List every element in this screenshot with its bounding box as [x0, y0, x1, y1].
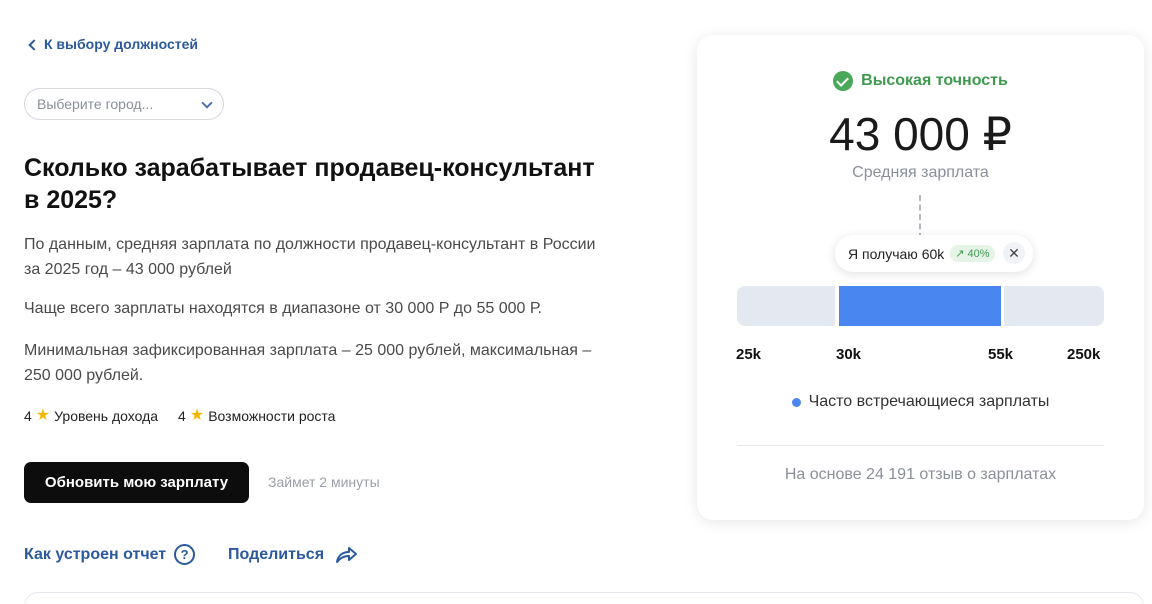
tooltip-text: Я получаю 60k: [848, 245, 945, 262]
my-salary-tooltip: Я получаю 60k ↗ 40% ✕: [835, 235, 1033, 272]
chevron-down-icon: [201, 97, 213, 109]
min-max-paragraph: Минимальная зафиксированная зарплата – 2…: [24, 342, 592, 384]
salary-range-bar: [737, 286, 1104, 326]
rating-score: 4: [24, 408, 32, 424]
rating-score: 4: [178, 408, 186, 424]
tick-label: 25k: [736, 346, 762, 363]
ratings: 4 ★ Уровень дохода 4 ★ Возможности роста: [24, 407, 336, 425]
tick-label: 55k: [988, 346, 1014, 363]
legend-dot-icon: [791, 397, 801, 407]
divider: [737, 445, 1104, 446]
close-icon[interactable]: ✕: [1003, 242, 1025, 264]
accuracy-label: Высокая точность: [861, 72, 1008, 89]
check-circle-icon: [833, 71, 854, 91]
how-report-works-link[interactable]: Как устроен отчет ?: [24, 544, 196, 565]
city-select-placeholder: Выберите город...: [37, 96, 154, 112]
legend-label: Часто встречающиеся зарплаты: [808, 393, 1050, 410]
salary-card: Высокая точность 43 000 ₽ Средняя зарпла…: [697, 35, 1144, 520]
range-segment-low: [737, 286, 835, 326]
growth-badge: ↗ 40%: [950, 245, 995, 262]
accuracy-badge: Высокая точность: [697, 71, 1144, 91]
tick-label: 30k: [836, 346, 862, 363]
chevron-left-icon: [28, 38, 40, 51]
back-to-positions-link[interactable]: К выбору должностей: [28, 36, 199, 52]
share-icon: [336, 547, 358, 563]
tick-label: 250k: [1067, 346, 1101, 363]
summary-paragraph: По данным, средняя зарплата по должности…: [24, 236, 596, 278]
range-segment-high: [1004, 286, 1104, 326]
share-link-label: Поделиться: [228, 546, 325, 563]
rating-income: 4 ★ Уровень дохода: [24, 407, 159, 425]
rating-growth: 4 ★ Возможности роста: [178, 407, 336, 425]
question-icon: ?: [174, 544, 196, 565]
average-marker-line: [919, 195, 921, 239]
average-salary-label: Средняя зарплата: [852, 164, 989, 181]
update-salary-button[interactable]: Обновить мою зарплату: [24, 462, 249, 503]
average-salary-value: 43 000 ₽: [829, 108, 1012, 160]
range-paragraph: Чаще всего зарплаты находятся в диапазон…: [24, 300, 542, 317]
time-note: Займет 2 минуты: [268, 474, 380, 490]
back-link-label: К выбору должностей: [44, 36, 199, 52]
star-icon: ★: [189, 407, 205, 424]
share-link[interactable]: Поделиться: [228, 544, 358, 566]
range-segment-common: [839, 286, 1001, 326]
rating-label: Уровень дохода: [54, 408, 159, 424]
page-title: Сколько зарабатывает продавец-консультан…: [24, 154, 595, 214]
rating-label: Возможности роста: [208, 408, 336, 424]
report-link-label: Как устроен отчет: [24, 545, 167, 563]
star-icon: ★: [35, 407, 51, 424]
legend: Часто встречающиеся зарплаты: [697, 393, 1144, 411]
next-section-card: [24, 592, 1144, 604]
reviews-count: На основе 24 191 отзыв о зарплатах: [784, 466, 1057, 483]
city-select[interactable]: Выберите город...: [24, 88, 224, 120]
